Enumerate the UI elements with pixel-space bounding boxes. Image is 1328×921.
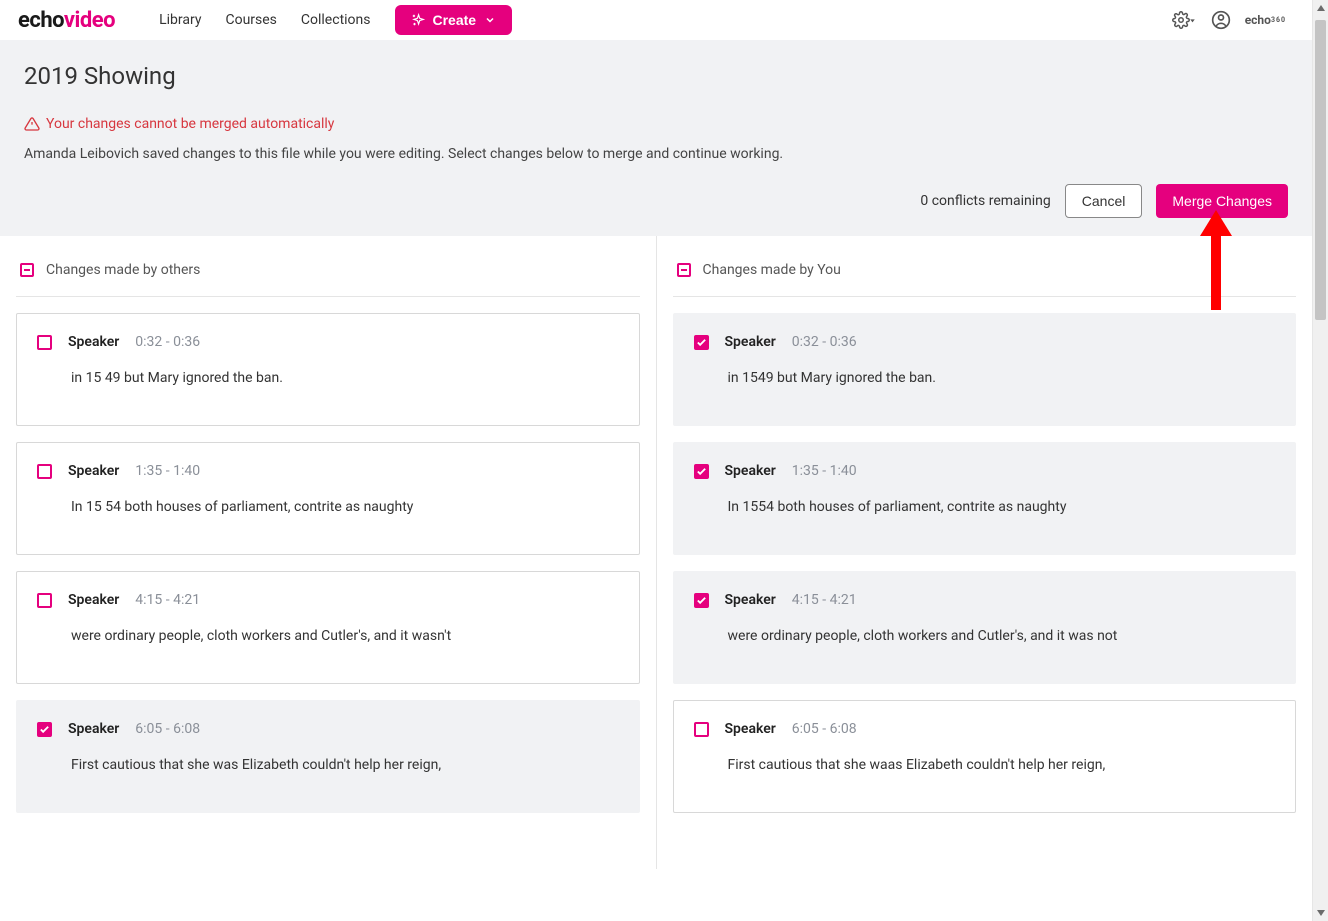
time-range: 0:32 - 0:36 (792, 334, 857, 350)
scroll-up-icon[interactable] (1313, 0, 1328, 16)
change-card[interactable]: Speaker 4:15 - 4:21 were ordinary people, … (16, 571, 640, 684)
brand-part2: video (64, 8, 115, 33)
change-checkbox[interactable] (694, 335, 709, 350)
change-checkbox[interactable] (694, 464, 709, 479)
scrollbar-thumb[interactable] (1315, 20, 1326, 320)
change-text: were ordinary people, cloth workers and … (694, 626, 1276, 647)
create-button-label: Create (433, 12, 477, 28)
indeterminate-checkbox-icon[interactable] (677, 263, 691, 277)
time-range: 1:35 - 1:40 (135, 463, 200, 479)
top-nav: echovideo Library Courses Collections Cr… (0, 0, 1312, 40)
time-range: 6:05 - 6:08 (792, 721, 857, 737)
merge-alert-text: Your changes cannot be merged automatica… (46, 116, 334, 132)
speaker-label: Speaker (68, 721, 119, 737)
brand-logo[interactable]: echovideo (18, 8, 115, 33)
column-others-header: Changes made by others (16, 262, 640, 297)
create-button[interactable]: Create (395, 5, 513, 35)
change-text: In 15 54 both houses of parliament, cont… (37, 497, 619, 518)
speaker-label: Speaker (725, 592, 776, 608)
change-card-header: Speaker 1:35 - 1:40 (694, 463, 1276, 479)
nav-library[interactable]: Library (159, 12, 201, 28)
nav-courses[interactable]: Courses (225, 12, 276, 28)
change-card[interactable]: Speaker 0:32 - 0:36 in 1549 but Mary ignor… (673, 313, 1297, 426)
column-you-title: Changes made by You (703, 262, 841, 278)
change-checkbox[interactable] (37, 335, 52, 350)
settings-icon[interactable] (1172, 11, 1197, 29)
change-card[interactable]: Speaker 0:32 - 0:36 in 15 49 but Mary igno… (16, 313, 640, 426)
column-you: Changes made by You Speaker 0:32 - 0:36 in… (657, 236, 1313, 869)
change-card-header: Speaker 6:05 - 6:08 (37, 721, 619, 737)
change-text: were ordinary people, cloth workers and … (37, 626, 619, 647)
account-icon[interactable] (1211, 10, 1231, 30)
change-card-header: Speaker 4:15 - 4:21 (37, 592, 619, 608)
change-card[interactable]: Speaker 1:35 - 1:40 In 15 54 both houses o… (16, 442, 640, 555)
speaker-label: Speaker (725, 463, 776, 479)
page-header: 2019 Showing Your changes cannot be merg… (0, 40, 1312, 236)
time-range: 0:32 - 0:36 (135, 334, 200, 350)
change-checkbox[interactable] (37, 722, 52, 737)
nav-collections[interactable]: Collections (301, 12, 371, 28)
actions-row: 0 conflicts remaining Cancel Merge Chang… (24, 184, 1288, 218)
column-you-header: Changes made by You (673, 262, 1297, 297)
change-card-header: Speaker 0:32 - 0:36 (694, 334, 1276, 350)
changes-columns: Changes made by others Speaker 0:32 - 0:3… (0, 236, 1312, 869)
sparkle-icon (411, 13, 425, 27)
speaker-label: Speaker (68, 334, 119, 350)
change-text: In 1554 both houses of parliament, contr… (694, 497, 1276, 518)
change-text: in 1549 but Mary ignored the ban. (694, 368, 1276, 389)
merge-changes-button[interactable]: Merge Changes (1156, 184, 1288, 218)
change-card[interactable]: Speaker 1:35 - 1:40 In 1554 both houses of… (673, 442, 1297, 555)
column-others-title: Changes made by others (46, 262, 200, 278)
change-text: in 15 49 but Mary ignored the ban. (37, 368, 619, 389)
page-title: 2019 Showing (24, 62, 1288, 90)
change-card[interactable]: Speaker 6:05 - 6:08 First cautious that sh… (16, 700, 640, 813)
speaker-label: Speaker (68, 592, 119, 608)
merge-alert: Your changes cannot be merged automatica… (24, 116, 1288, 132)
time-range: 4:15 - 4:21 (135, 592, 200, 608)
speaker-label: Speaker (725, 721, 776, 737)
change-checkbox[interactable] (694, 593, 709, 608)
change-checkbox[interactable] (37, 464, 52, 479)
cancel-button[interactable]: Cancel (1065, 184, 1143, 218)
change-card[interactable]: Speaker 4:15 - 4:21 were ordinary people, … (673, 571, 1297, 684)
brand-part1: echo (18, 8, 64, 33)
change-card-header: Speaker 1:35 - 1:40 (37, 463, 619, 479)
change-card-header: Speaker 0:32 - 0:36 (37, 334, 619, 350)
change-card-header: Speaker 6:05 - 6:08 (694, 721, 1276, 737)
indeterminate-checkbox-icon[interactable] (20, 263, 34, 277)
change-checkbox[interactable] (37, 593, 52, 608)
time-range: 1:35 - 1:40 (792, 463, 857, 479)
change-checkbox[interactable] (694, 722, 709, 737)
chevron-down-icon (484, 14, 496, 26)
vertical-scrollbar[interactable] (1312, 0, 1328, 921)
speaker-label: Speaker (725, 334, 776, 350)
change-text: First cautious that she waas Elizabeth c… (694, 755, 1276, 776)
speaker-label: Speaker (68, 463, 119, 479)
change-text: First cautious that she was Elizabeth co… (37, 755, 619, 776)
scroll-down-icon[interactable] (1313, 905, 1328, 921)
change-card-header: Speaker 4:15 - 4:21 (694, 592, 1276, 608)
echo360-logo[interactable]: echo 360 (1245, 16, 1286, 24)
merge-help-text: Amanda Leibovich saved changes to this f… (24, 146, 1288, 162)
time-range: 6:05 - 6:08 (135, 721, 200, 737)
change-card[interactable]: Speaker 6:05 - 6:08 First cautious that sh… (673, 700, 1297, 813)
column-others: Changes made by others Speaker 0:32 - 0:3… (0, 236, 657, 869)
topbar-icons: echo 360 (1172, 10, 1286, 30)
time-range: 4:15 - 4:21 (792, 592, 857, 608)
nav-links: Library Courses Collections (159, 12, 370, 28)
warning-icon (24, 116, 40, 132)
conflicts-remaining: 0 conflicts remaining (920, 193, 1050, 209)
